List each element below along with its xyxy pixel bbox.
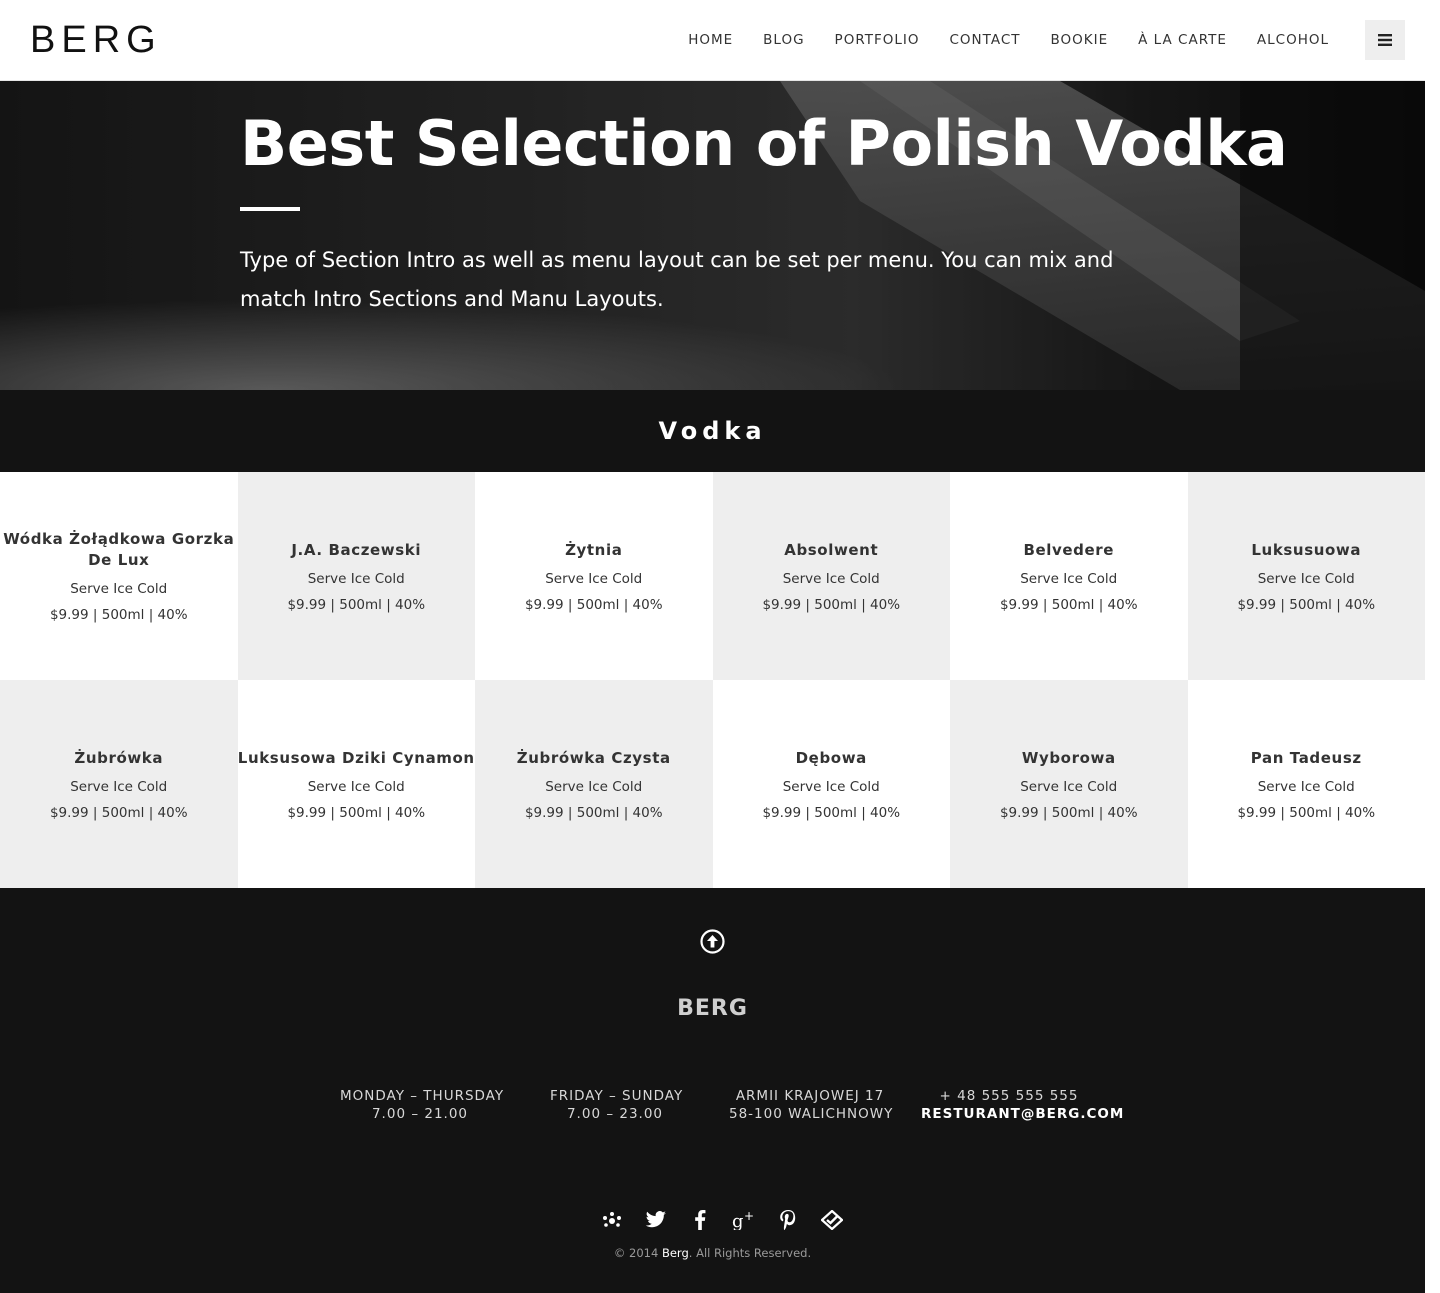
menu-item-price: $9.99 | 500ml | 40%: [1237, 596, 1376, 613]
address-line-1: ARMII KRAJOWEJ 17: [735, 1088, 885, 1104]
hours-weekday-time: 7.00 – 21.00: [371, 1106, 469, 1122]
menu-item-name: Luksusuowa: [1251, 540, 1362, 559]
pinterest-icon[interactable]: [766, 1207, 810, 1233]
menu-toggle-button[interactable]: [1365, 20, 1405, 60]
hero-section: Best Selection of Polish Vodka Type of S…: [0, 81, 1425, 390]
menu-item-name: Belvedere: [1023, 540, 1115, 559]
menu-item: Wyborowa Serve Ice Cold $9.99 | 500ml | …: [950, 680, 1188, 888]
hours-weekend-days: FRIDAY – SUNDAY: [550, 1088, 684, 1104]
menu-item-price: $9.99 | 500ml | 40%: [49, 607, 188, 623]
menu-item-price: $9.99 | 500ml | 40%: [999, 596, 1138, 613]
menu-item-name: Żytnia: [565, 540, 623, 559]
menu-item-name: Dębowa: [795, 748, 867, 767]
menu-item: Pan Tadeusz Serve Ice Cold $9.99 | 500ml…: [1187, 680, 1425, 888]
menu-item-description: Serve Ice Cold: [307, 570, 405, 587]
copyright-prefix: © 2014: [613, 1246, 659, 1260]
menu-item-description: Serve Ice Cold: [70, 581, 168, 597]
nav-item-portfolio[interactable]: PORTFOLIO: [835, 32, 920, 48]
copyright: © 2014 Berg. All Rights Reserved.: [0, 1246, 1425, 1260]
hours-weekend-time: 7.00 – 23.00: [566, 1106, 664, 1122]
foursquare-icon[interactable]: [810, 1207, 854, 1233]
nav-item-bookie[interactable]: BOOKIE: [1051, 32, 1109, 48]
menu-item-price: $9.99 | 500ml | 40%: [287, 804, 426, 821]
menu-item-description: Serve Ice Cold: [1020, 570, 1118, 587]
menu-item-description: Serve Ice Cold: [70, 778, 168, 795]
twitter-icon[interactable]: [634, 1207, 678, 1233]
menu-item: Luksusuowa Serve Ice Cold $9.99 | 500ml …: [1187, 472, 1425, 680]
contact-info: + 48 555 555 555 RESTURANT@BERG.COM: [921, 1087, 1123, 1123]
menu-item-description: Serve Ice Cold: [545, 778, 643, 795]
facebook-icon[interactable]: [678, 1207, 722, 1233]
copyright-brand-link[interactable]: Berg: [662, 1246, 689, 1260]
logo-text: BERG: [30, 19, 162, 61]
menu-item: Dębowa Serve Ice Cold $9.99 | 500ml | 40…: [712, 680, 950, 888]
hours-weekend: FRIDAY – SUNDAY 7.00 – 23.00: [550, 1087, 684, 1123]
address-line-2: 58-100 WALICHNOWY: [729, 1106, 894, 1122]
hours-weekday-days: MONDAY – THURSDAY: [340, 1088, 505, 1104]
menu-item-description: Serve Ice Cold: [1257, 570, 1355, 587]
menu-item: Absolwent Serve Ice Cold $9.99 | 500ml |…: [712, 472, 950, 680]
copyright-suffix: . All Rights Reserved.: [688, 1246, 812, 1260]
menu-item: Wódka Żołądkowa Gorzka De Lux Serve Ice …: [0, 472, 238, 680]
menu-item: Belvedere Serve Ice Cold $9.99 | 500ml |…: [950, 472, 1188, 680]
nav-item-alcohol[interactable]: ALCOHOL: [1257, 32, 1329, 48]
menu-item-name: Absolwent: [784, 540, 879, 559]
section-title-bar: Vodka: [0, 390, 1425, 472]
hamburger-icon: [1378, 34, 1392, 46]
footer-brand: BERG: [677, 996, 748, 1021]
hero-intro-text: Type of Section Intro as well as menu la…: [240, 248, 1114, 311]
address: ARMII KRAJOWEJ 17 58-100 WALICHNOWY: [729, 1087, 894, 1123]
menu-item-name: Żubrówka Czysta: [516, 748, 671, 767]
site-header: BERG HOME BLOG PORTFOLIO CONTACT BOOKIE …: [0, 0, 1425, 81]
menu-item-price: $9.99 | 500ml | 40%: [762, 804, 901, 821]
menu-item: Żubrówka Serve Ice Cold $9.99 | 500ml | …: [0, 680, 238, 888]
menu-item-price: $9.99 | 500ml | 40%: [287, 596, 426, 613]
menu-item-name: J.A. Baczewski: [291, 540, 422, 559]
svg-text:+: +: [744, 1210, 754, 1223]
arrow-up-circle-icon[interactable]: [700, 929, 725, 954]
contact-phone: + 48 555 555 555: [939, 1088, 1079, 1104]
hours-weekday: MONDAY – THURSDAY 7.00 – 21.00: [340, 1087, 505, 1123]
menu-grid: Wódka Żołądkowa Gorzka De Lux Serve Ice …: [0, 472, 1425, 888]
menu-item: J.A. Baczewski Serve Ice Cold $9.99 | 50…: [237, 472, 475, 680]
nav-item-a-la-carte[interactable]: À LA CARTE: [1138, 32, 1227, 48]
svg-text:g: g: [732, 1211, 744, 1230]
menu-item: Żytnia Serve Ice Cold $9.99 | 500ml | 40…: [475, 472, 713, 680]
menu-item-name: Żubrówka: [74, 748, 164, 767]
nav-item-contact[interactable]: CONTACT: [949, 32, 1020, 48]
menu-item-name: Luksusowa Dziki Cynamon: [237, 748, 475, 767]
section-title: Vodka: [658, 417, 767, 445]
menu-item-price: $9.99 | 500ml | 40%: [524, 804, 663, 821]
nav-item-home[interactable]: HOME: [688, 32, 733, 48]
menu-item-price: $9.99 | 500ml | 40%: [999, 804, 1138, 821]
main-nav: HOME BLOG PORTFOLIO CONTACT BOOKIE À LA …: [658, 0, 1329, 80]
menu-item-description: Serve Ice Cold: [1257, 778, 1355, 795]
menu-item-price: $9.99 | 500ml | 40%: [524, 596, 663, 613]
menu-item-price: $9.99 | 500ml | 40%: [49, 804, 188, 821]
menu-item: Luksusowa Dziki Cynamon Serve Ice Cold $…: [237, 680, 475, 888]
menu-item: Żubrówka Czysta Serve Ice Cold $9.99 | 5…: [475, 680, 713, 888]
social-links: g +: [590, 1207, 854, 1233]
menu-item-description: Serve Ice Cold: [307, 778, 405, 795]
menu-item-description: Serve Ice Cold: [782, 570, 880, 587]
menu-item-name: Pan Tadeusz: [1250, 748, 1362, 767]
menu-item-price: $9.99 | 500ml | 40%: [762, 596, 901, 613]
contact-email-link[interactable]: RESTURANT@BERG.COM: [921, 1105, 1123, 1123]
menu-item-description: Serve Ice Cold: [782, 778, 880, 795]
site-footer: BERG MONDAY – THURSDAY 7.00 – 21.00 FRID…: [0, 888, 1425, 1293]
nav-item-blog[interactable]: BLOG: [763, 32, 804, 48]
google-plus-icon[interactable]: g +: [722, 1207, 766, 1233]
menu-item-name: Wódka Żołądkowa Gorzka De Lux: [3, 530, 235, 569]
hero-divider: [240, 207, 300, 211]
menu-item-description: Serve Ice Cold: [545, 570, 643, 587]
site-logo[interactable]: BERG: [30, 19, 162, 61]
menu-item-price: $9.99 | 500ml | 40%: [1237, 804, 1376, 821]
yelp-icon[interactable]: [590, 1207, 634, 1233]
menu-item-name: Wyborowa: [1021, 748, 1116, 767]
menu-item-description: Serve Ice Cold: [1020, 778, 1118, 795]
hero-title: Best Selection of Polish Vodka: [240, 107, 1288, 180]
